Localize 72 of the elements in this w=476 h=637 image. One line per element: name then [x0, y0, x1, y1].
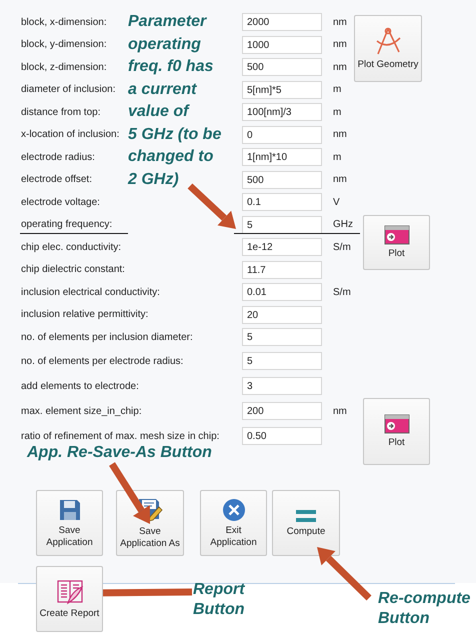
field-label: electrode offset:	[21, 174, 92, 186]
field-label: distance from top:	[21, 106, 100, 118]
field-label: diameter of inclusion:	[21, 84, 116, 96]
unit-label: nm	[333, 174, 347, 186]
field-label: no. of elements per inclusion diameter:	[21, 332, 193, 343]
field-label: x-location of inclusion:	[21, 129, 120, 140]
plot-button[interactable]: Plot	[363, 398, 430, 465]
input-field[interactable]: 0	[242, 126, 322, 144]
input-field[interactable]: 0.01	[242, 283, 322, 302]
close-icon	[222, 498, 246, 522]
plot-geometry-button[interactable]: Plot Geometry	[354, 15, 422, 82]
input-field[interactable]: 11.7	[242, 260, 322, 279]
unit-label: GHz	[333, 219, 353, 230]
field-label: electrode radius:	[21, 152, 95, 163]
field-label: inclusion electrical conductivity:	[21, 286, 160, 298]
input-field[interactable]: 2000	[242, 13, 322, 32]
field-label: chip elec. conductivity:	[21, 242, 122, 253]
exit-button[interactable]: Exit Application	[200, 490, 267, 556]
field-label: no. of elements per electrode radius:	[21, 356, 184, 366]
field-label: block, z-dimension:	[21, 62, 107, 73]
unit-label: nm	[333, 39, 347, 50]
input-field[interactable]: 5	[242, 328, 322, 346]
field-label: add elements to electrode:	[21, 380, 139, 392]
window-icon	[384, 414, 410, 434]
input-field[interactable]: 0.1	[242, 193, 322, 212]
document-icon	[56, 578, 84, 605]
arrow	[317, 547, 372, 600]
equals-icon	[295, 508, 317, 523]
input-field[interactable]: 1e-12	[242, 238, 322, 256]
unit-label: m	[333, 106, 342, 118]
field-label: operating frequency:	[21, 219, 112, 230]
arrow	[109, 462, 150, 524]
unit-label: S/m	[333, 242, 351, 253]
field-label: block, y-dimension:	[21, 39, 107, 50]
unit-label: nm	[333, 129, 347, 140]
annotation-text: Parameter operating freq. f0 has a current value of 5 GHz (to be changed to 2 GHz)	[128, 12, 222, 190]
input-field[interactable]: 20	[242, 306, 322, 324]
unit-label: nm	[333, 62, 347, 73]
field-label: max. element size_in_chip:	[21, 406, 142, 416]
annotation-text: App. Re-Save-As Button	[27, 443, 212, 463]
input-field[interactable]: 5	[242, 352, 322, 370]
field-label: electrode voltage:	[21, 196, 100, 208]
unit-label: V	[333, 196, 340, 208]
annotation-text: Report Button	[193, 580, 245, 620]
input-field[interactable]: 3	[242, 377, 322, 395]
annotation-text: Re-compute Button	[378, 589, 470, 629]
field-label: chip dielectric constant:	[21, 264, 125, 276]
save-as-button[interactable]: Save Application As	[116, 490, 184, 556]
field-label: ratio of refinement of max. mesh size in chip:	[21, 430, 220, 442]
compass-icon	[374, 26, 402, 56]
unit-label: nm	[333, 16, 347, 28]
input-field[interactable]: 1000	[242, 36, 322, 54]
window-icon	[384, 225, 410, 246]
field-label: block, x-dimension:	[21, 16, 107, 28]
input-field[interactable]: 1[nm]*10	[242, 148, 322, 166]
unit-label: S/m	[333, 286, 351, 298]
input-field[interactable]: 5	[242, 216, 322, 234]
report-button[interactable]: Create Report	[36, 566, 103, 632]
input-field[interactable]: 5[nm]*5	[242, 80, 322, 99]
plot-button[interactable]: Plot	[363, 215, 430, 270]
field-label: inclusion relative permittivity:	[21, 309, 148, 320]
input-field[interactable]: 0.50	[242, 427, 322, 445]
arrow	[188, 183, 236, 229]
compute-button[interactable]: Compute	[272, 490, 340, 556]
unit-label: m	[333, 152, 342, 163]
input-field[interactable]: 200	[242, 402, 322, 420]
unit-label: nm	[333, 406, 347, 416]
save-button[interactable]: Save Application	[36, 490, 103, 556]
unit-label: m	[333, 84, 342, 96]
input-field[interactable]: 500	[242, 58, 322, 76]
input-field[interactable]: 100[nm]/3	[242, 103, 322, 122]
input-field[interactable]: 500	[242, 170, 322, 189]
